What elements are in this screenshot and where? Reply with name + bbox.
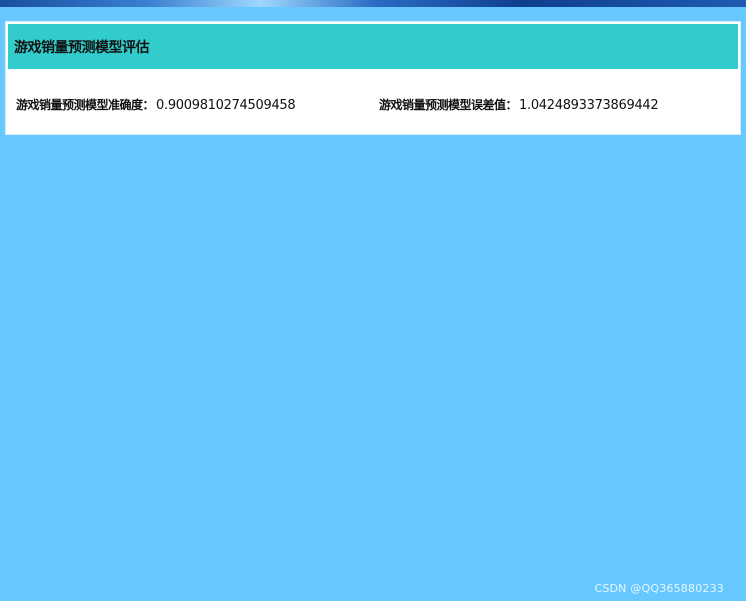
csdn-watermark: CSDN @QQ365880233 [594,582,724,595]
accuracy-value: 0.9009810274509458 [156,98,296,113]
error-label: 游戏销量预测模型误差值： [379,98,518,112]
evaluation-panel: 游戏销量预测模型评估 游戏销量预测模型准确度： 0.900981027450945… [5,21,741,135]
top-banner [0,0,746,7]
error-value: 1.0424893373869442 [519,98,659,113]
panel-header: 游戏销量预测模型评估 [8,24,738,69]
panel-title: 游戏销量预测模型评估 [14,39,150,56]
accuracy-metric: 游戏销量预测模型准确度： 0.9009810274509458 [16,96,296,113]
accuracy-label: 游戏销量预测模型准确度： [16,98,155,112]
panel-body: 游戏销量预测模型准确度： 0.9009810274509458 游戏销量预测模型误… [6,69,740,129]
error-metric: 游戏销量预测模型误差值： 1.0424893373869442 [379,96,659,113]
